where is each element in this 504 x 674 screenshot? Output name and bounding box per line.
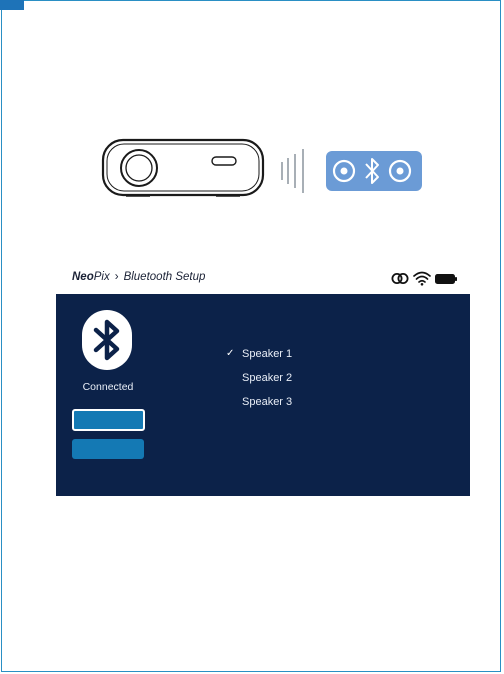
breadcrumb-page: Bluetooth Setup [123, 271, 206, 283]
device-item-speaker-3[interactable]: Speaker 3 [226, 394, 292, 418]
device-list: ✓ Speaker 1 Speaker 2 Speaker 3 [226, 346, 292, 418]
device-item-speaker-1[interactable]: ✓ Speaker 1 [226, 346, 292, 370]
battery-icon [435, 274, 457, 284]
wifi-icon [413, 271, 431, 286]
projector-icon [101, 138, 265, 197]
device-label: Speaker 1 [242, 348, 293, 360]
connection-illustration [101, 138, 422, 197]
device-label: Speaker 3 [242, 396, 293, 408]
secondary-action-button[interactable] [72, 439, 144, 459]
bluetooth-speaker-icon [326, 151, 422, 191]
status-icons [390, 270, 458, 286]
brand-name-light: Pix [93, 271, 110, 283]
breadcrumb-separator: › [114, 271, 119, 283]
device-item-speaker-2[interactable]: Speaker 2 [226, 370, 292, 394]
device-label: Speaker 2 [242, 372, 293, 384]
connection-status: Connected [82, 381, 134, 393]
bluetooth-panel: Connected ✓ Speaker 1 Speaker 2 Speaker … [56, 294, 470, 496]
breadcrumb: NeoPix › Bluetooth Setup [72, 271, 205, 283]
primary-action-button[interactable] [72, 409, 145, 431]
brand-name-bold: Neo [72, 271, 94, 283]
signal-icon [281, 149, 304, 193]
device-screen: NeoPix › Bluetooth Setup Connected ✓ Spe… [56, 262, 470, 496]
link-icon [391, 273, 409, 284]
check-icon: ✓ [226, 348, 235, 359]
top-bar: NeoPix › Bluetooth Setup [56, 262, 470, 295]
bluetooth-icon [82, 310, 132, 370]
